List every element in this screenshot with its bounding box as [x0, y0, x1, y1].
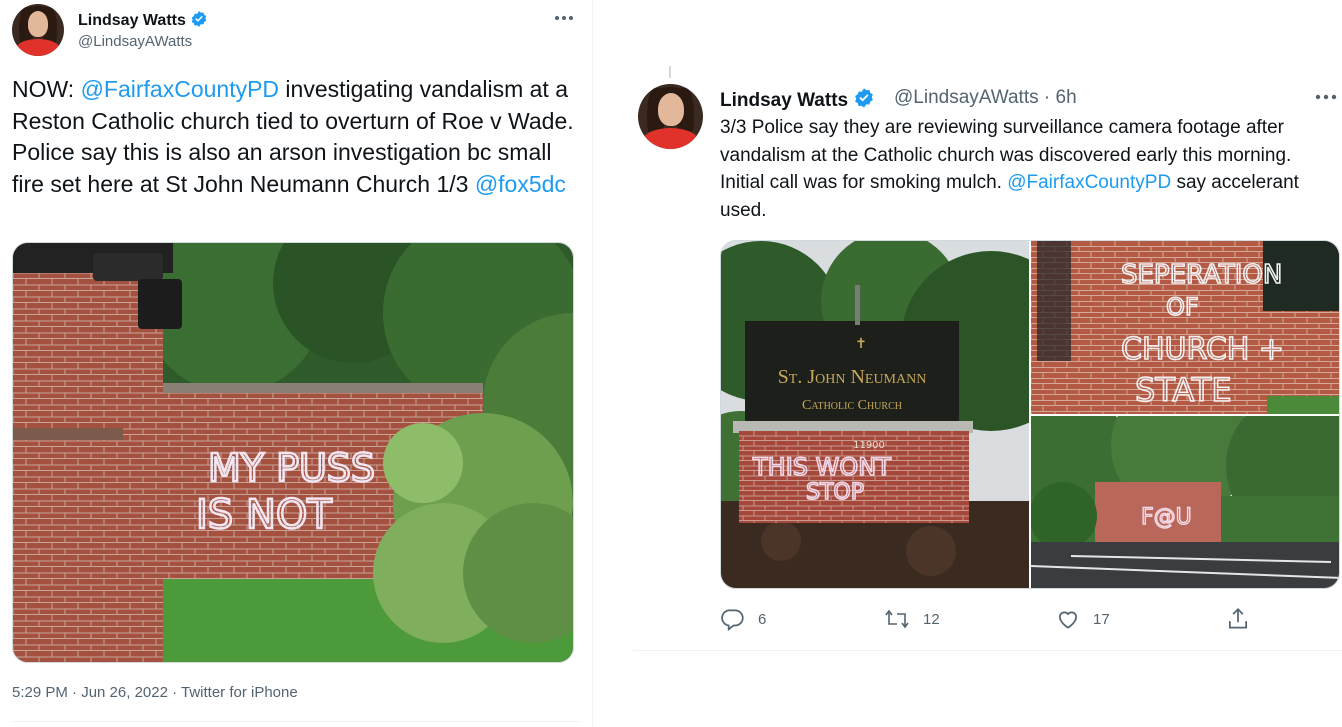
mention-link[interactable]: @FairfaxCountyPD	[81, 76, 279, 102]
reply-button[interactable]: 6	[720, 606, 766, 632]
graffiti-text: F@U	[1141, 505, 1192, 530]
heart-icon	[1059, 611, 1077, 629]
mention-link[interactable]: @fox5dc	[475, 171, 566, 197]
retweet-count: 12	[923, 610, 940, 628]
author-handle[interactable]: @LindsayAWatts	[78, 33, 192, 50]
reply-count: 6	[758, 610, 767, 628]
tweet-time-ago: · 6h	[1043, 87, 1077, 108]
graffiti-text: STOP	[806, 480, 864, 505]
photo-church-sign[interactable]: ✝ St. John Neumann Catholic Church 11900…	[721, 241, 1029, 588]
verified-badge-icon	[855, 88, 874, 108]
sign-text: St. John Neumann	[778, 366, 927, 388]
tweet-text: 3/3 Police say they are reviewing survei…	[720, 117, 1299, 221]
graffiti-text: STATE	[1135, 371, 1232, 409]
reply-icon	[721, 609, 744, 632]
author-name[interactable]: Lindsay Watts	[720, 87, 875, 112]
share-button[interactable]	[1225, 606, 1251, 632]
author-avatar[interactable]	[12, 4, 64, 56]
like-button[interactable]: 17	[1055, 606, 1110, 632]
tweet-timeline-right: Lindsay Watts @LindsayAWatts · 6h 3/3 Po…	[593, 0, 1342, 727]
verified-badge-icon	[192, 11, 207, 27]
tweet-timestamp[interactable]: 5:29 PM · Jun 26, 2022 · Twitter for iPh…	[12, 684, 298, 701]
sign-text: Catholic Church	[802, 398, 902, 413]
photo-vandalized-wall: MY PUSS IS NOT	[13, 243, 573, 662]
sign-cross-icon: ✝	[855, 336, 867, 352]
graffiti-text: MY PUSS	[208, 446, 375, 490]
more-dots-icon[interactable]	[552, 8, 576, 28]
tweet-text: NOW: @FairfaxCountyPD investigating vand…	[12, 76, 574, 197]
tweet-detail-left: Lindsay Watts @LindsayAWatts NOW: @Fairf…	[0, 0, 592, 727]
share-icon	[1229, 608, 1247, 629]
tweet-photo[interactable]: MY PUSS IS NOT	[12, 242, 574, 663]
retweet-icon	[885, 609, 909, 629]
graffiti-text: IS NOT	[196, 492, 332, 538]
author-name[interactable]: Lindsay Watts	[78, 10, 208, 30]
tweet-photo-grid: ✝ St. John Neumann Catholic Church 11900…	[720, 240, 1340, 589]
thread-connector-line	[669, 66, 671, 78]
graffiti-text: OF	[1166, 293, 1199, 321]
author-avatar[interactable]	[638, 84, 703, 149]
photo-parking-lot-wall[interactable]: F@U	[1031, 416, 1339, 588]
divider	[12, 721, 580, 722]
retweet-button[interactable]: 12	[883, 606, 940, 632]
graffiti-text: CHURCH +	[1121, 332, 1284, 367]
mention-link[interactable]: @FairfaxCountyPD	[1007, 172, 1171, 193]
graffiti-text: THIS WONT	[752, 453, 891, 481]
divider	[633, 650, 1342, 651]
like-count: 17	[1093, 610, 1110, 628]
author-handle-and-time[interactable]: @LindsayAWatts · 6h	[894, 87, 1077, 109]
more-dots-icon[interactable]	[1313, 86, 1339, 108]
graffiti-text: SEPERATION	[1121, 260, 1282, 290]
sign-address: 11900	[853, 440, 885, 451]
photo-wall-graffiti[interactable]: SEPERATION OF CHURCH + STATE	[1031, 241, 1339, 414]
